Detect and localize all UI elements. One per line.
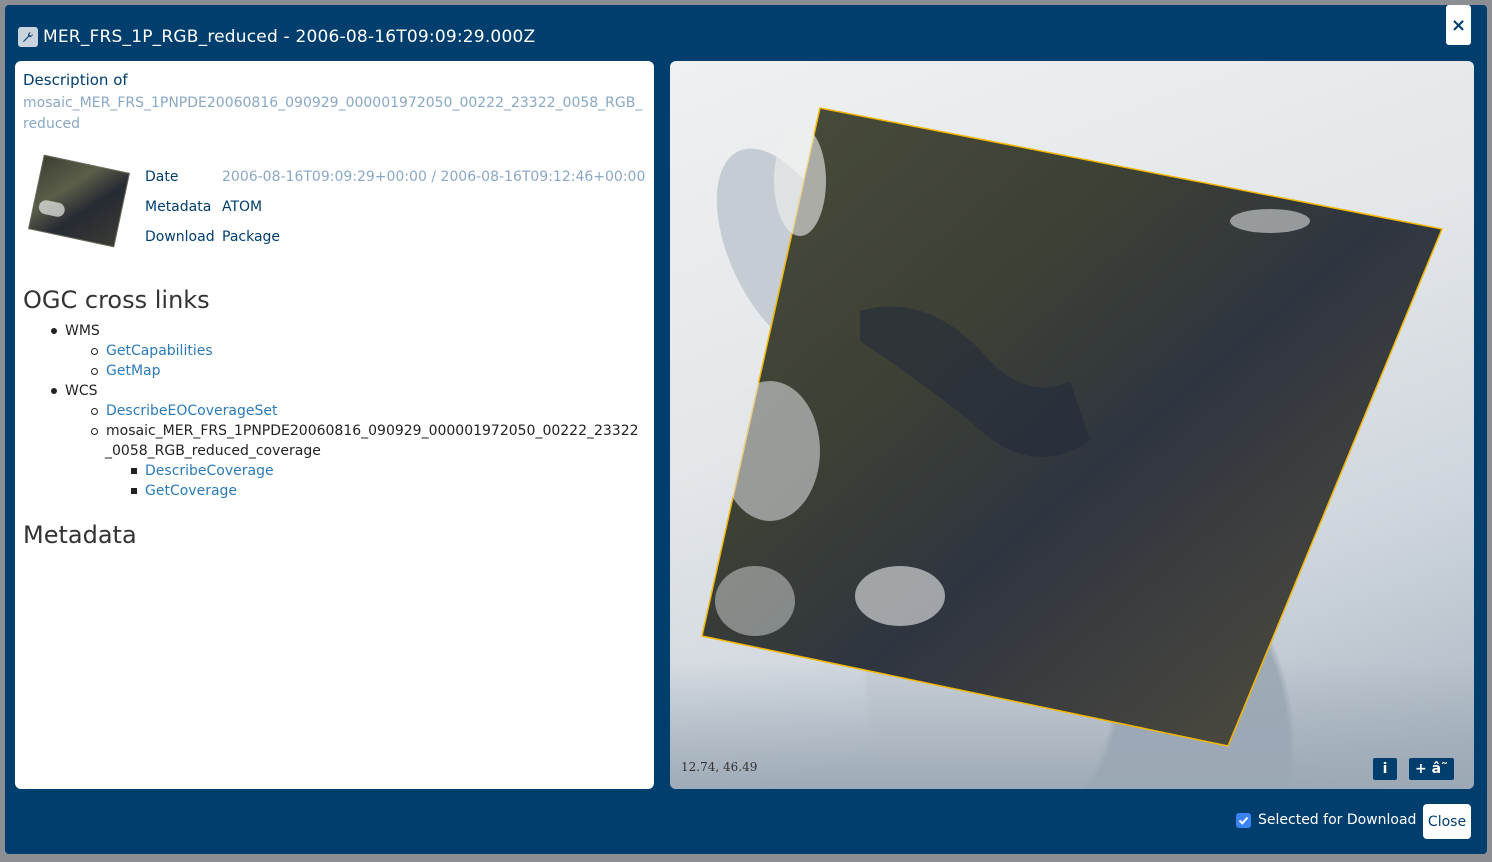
coverage-footprint xyxy=(701,107,1444,747)
wrench-icon xyxy=(18,27,38,47)
date-label: Date xyxy=(145,169,179,185)
selected-for-download-label: Selected for Download xyxy=(1258,812,1417,828)
cloud-cover xyxy=(855,566,945,626)
checkbox-checked-icon[interactable] xyxy=(1236,812,1251,828)
metadata-heading: Metadata xyxy=(23,521,137,549)
describecoverage-link[interactable]: DescribeCoverage xyxy=(145,463,274,479)
download-package-link[interactable]: Package xyxy=(222,229,280,245)
bullet-icon xyxy=(131,468,137,474)
selected-for-download-toggle[interactable]: Selected for Download xyxy=(1236,812,1416,828)
details-panel: Description of mosaic_MER_FRS_1PNPDE2006… xyxy=(15,61,654,789)
bullet-icon xyxy=(91,407,98,415)
bullet-icon xyxy=(51,328,57,334)
list-item: DescribeCoverage xyxy=(131,463,274,479)
cloud-cover xyxy=(720,381,820,521)
product-dialog: MER_FRS_1P_RGB_reduced - 2006-08-16T09:0… xyxy=(5,5,1487,854)
wms-label: WMS xyxy=(65,323,100,339)
list-item: _0058_RGB_reduced_coverage xyxy=(105,443,321,459)
list-item: GetMap xyxy=(91,363,161,379)
ogc-heading: OGC cross links xyxy=(23,286,210,314)
list-item: GetCoverage xyxy=(131,483,237,499)
list-item-wms: WMS xyxy=(51,323,100,339)
coordinate-readout: 12.74, 46.49 xyxy=(681,760,758,774)
getcoverage-link[interactable]: GetCoverage xyxy=(145,483,237,499)
metadata-atom-link[interactable]: ATOM xyxy=(222,199,262,215)
description-heading: Description of xyxy=(23,71,128,89)
list-item: GetCapabilities xyxy=(91,343,213,359)
cloud-cover xyxy=(1230,209,1310,233)
cloud-cover xyxy=(774,126,826,236)
product-id: mosaic_MER_FRS_1PNPDE20060816_090929_000… xyxy=(23,95,643,132)
getcapabilities-link[interactable]: GetCapabilities xyxy=(106,343,213,359)
map-view[interactable]: 12.74, 46.49 i + â˜ xyxy=(670,61,1474,789)
describeeocoverageset-link[interactable]: DescribeEOCoverageSet xyxy=(106,403,277,419)
bullet-icon xyxy=(91,347,98,355)
product-thumbnail[interactable] xyxy=(28,154,130,248)
zoom-button[interactable]: + â˜ xyxy=(1409,758,1454,780)
download-label: Download xyxy=(145,229,215,245)
bullet-icon xyxy=(51,388,57,394)
info-button[interactable]: i xyxy=(1373,758,1397,780)
getmap-link[interactable]: GetMap xyxy=(106,363,161,379)
close-icon[interactable]: × xyxy=(1446,5,1471,45)
bullet-icon xyxy=(91,367,98,375)
cloud-cover xyxy=(715,566,795,636)
coverage-id-line1: mosaic_MER_FRS_1PNPDE20060816_090929_000… xyxy=(106,423,639,439)
dialog-titlebar: MER_FRS_1P_RGB_reduced - 2006-08-16T09:0… xyxy=(18,20,535,54)
list-item: mosaic_MER_FRS_1PNPDE20060816_090929_000… xyxy=(91,423,639,439)
list-item-wcs: WCS xyxy=(51,383,98,399)
wcs-label: WCS xyxy=(65,383,98,399)
metadata-label: Metadata xyxy=(145,199,212,215)
coverage-id-line2: _0058_RGB_reduced_coverage xyxy=(105,443,321,459)
dialog-title: MER_FRS_1P_RGB_reduced - 2006-08-16T09:0… xyxy=(43,27,536,47)
close-button[interactable]: Close xyxy=(1423,804,1471,839)
date-value: 2006-08-16T09:09:29+00:00 / 2006-08-16T0… xyxy=(222,169,646,185)
list-item: DescribeEOCoverageSet xyxy=(91,403,277,419)
bullet-icon xyxy=(131,488,137,494)
bullet-icon xyxy=(91,427,98,435)
